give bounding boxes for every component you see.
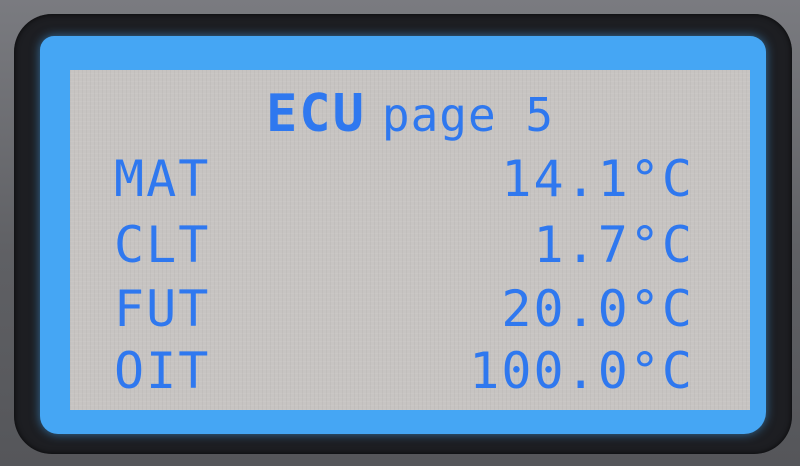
page-title-device: ECU [265, 84, 366, 144]
lcd-screen: ECU page 5 MAT 14.1°C CLT 1.7°C FUT 20.0°… [70, 70, 750, 410]
device-casing: ECU page 5 MAT 14.1°C CLT 1.7°C FUT 20.0°… [0, 0, 800, 466]
reading-label: FUT [114, 280, 211, 338]
page-title-page: page 5 [381, 88, 555, 142]
reading-value: 14.1°C [501, 150, 694, 208]
reading-value: 100.0°C [469, 342, 694, 400]
reading-row-mat: MAT 14.1°C [114, 150, 694, 208]
reading-row-clt: CLT 1.7°C [114, 216, 694, 274]
reading-value: 20.0°C [501, 280, 694, 338]
reading-row-oit: OIT 100.0°C [114, 342, 694, 400]
page-title: ECU page 5 [70, 88, 750, 140]
reading-label: OIT [114, 342, 211, 400]
reading-value: 1.7°C [533, 216, 694, 274]
reading-label: CLT [114, 216, 211, 274]
reading-row-fut: FUT 20.0°C [114, 280, 694, 338]
reading-label: MAT [114, 150, 211, 208]
